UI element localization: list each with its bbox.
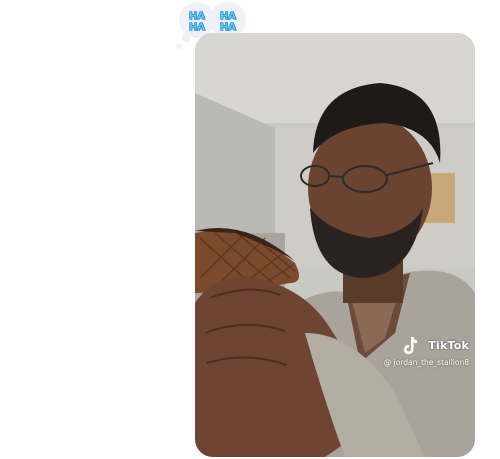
video-message[interactable]: TikTok @ jordan_the_stallion8: [195, 33, 475, 457]
message-thread: HA HA HA HA HA HA HA HA TikTok @ jordan_…: [0, 0, 500, 459]
tiktok-watermark: TikTok @ jordan_the_stallion8: [359, 336, 469, 367]
haha-text-3-fill: HA: [220, 11, 236, 22]
tiktok-logo-icon: [404, 337, 418, 354]
haha-text-1-fill: HA: [189, 11, 205, 22]
tiktok-brand-label: TikTok: [428, 339, 469, 352]
haha-text-2-fill: HA: [189, 22, 205, 33]
tiktok-handle: @ jordan_the_stallion8: [383, 358, 469, 367]
haha-text-4-fill: HA: [220, 22, 236, 33]
video-frame: [195, 33, 475, 457]
